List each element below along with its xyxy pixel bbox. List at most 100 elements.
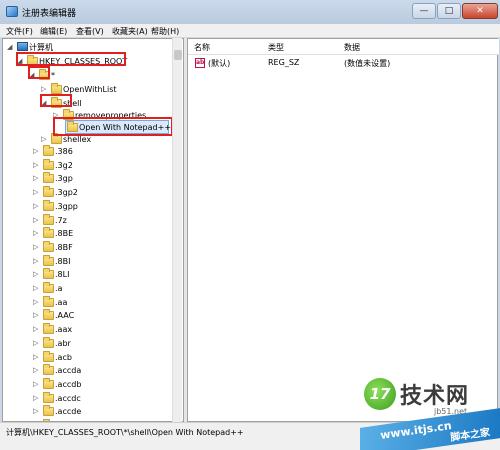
folder-icon	[27, 55, 38, 66]
folder-icon	[43, 254, 54, 266]
tree-node-extension[interactable]: ▷ .386	[33, 145, 133, 158]
string-value-icon: ab	[195, 58, 205, 68]
folder-icon	[43, 227, 54, 239]
tree-node-hkcr[interactable]: ◢ HKEY_CLASSES_ROOT	[17, 55, 137, 68]
tree-node-extension[interactable]: ▷ .accdc	[33, 391, 133, 405]
tree-node-extension[interactable]: ▷ .3g2	[33, 158, 133, 172]
folder-icon	[43, 377, 54, 389]
expand-arrow-icon[interactable]: ▷	[33, 202, 41, 210]
tree-node-computer[interactable]: ◢ 计算机	[7, 41, 127, 54]
tree-node-extension[interactable]: ▷ .AAC	[33, 309, 133, 322]
column-header: 名称 类型 数据	[188, 39, 499, 55]
tree-node-extension[interactable]: ▷ .aax	[33, 323, 133, 336]
expand-arrow-icon[interactable]: ▷	[41, 85, 49, 93]
tree-label: .accdb	[55, 379, 82, 389]
folder-icon	[67, 121, 78, 132]
expand-arrow-icon[interactable]: ▷	[33, 174, 41, 182]
expand-arrow-icon[interactable]: ▷	[33, 339, 41, 347]
folder-icon	[43, 199, 54, 211]
tree-node-extension[interactable]: ▷ .a	[33, 282, 133, 295]
tree-label: .acb	[55, 352, 72, 362]
tree-scrollbar[interactable]	[172, 38, 182, 422]
menu-favorites[interactable]: 收藏夹(A)	[112, 26, 148, 37]
folder-icon	[43, 364, 54, 376]
column-data[interactable]: 数据	[344, 42, 360, 53]
tree-label: .AAC	[55, 311, 75, 321]
scrollbar-thumb[interactable]	[174, 50, 182, 60]
expand-arrow-icon[interactable]: ▷	[33, 161, 41, 169]
folder-icon	[43, 350, 54, 362]
tree-label: OpenWithList	[63, 85, 117, 94]
expand-arrow-icon[interactable]: ▷	[33, 216, 41, 224]
close-button[interactable]: ✕	[462, 3, 498, 19]
tree-pane[interactable]: ◢ 计算机 ◢ HKEY_CLASSES_ROOT ◢ * ▷ OpenWith…	[2, 38, 184, 422]
tree-node-extension[interactable]: ▷ .accde	[33, 405, 133, 418]
column-type[interactable]: 类型	[268, 42, 284, 53]
folder-icon	[43, 295, 54, 307]
tree-node-extension[interactable]: ▷ .8BE	[33, 227, 133, 240]
expand-arrow-icon[interactable]: ▷	[33, 325, 41, 333]
title-bar: 注册表编辑器 — □ ✕	[0, 0, 500, 24]
maximize-button[interactable]: □	[437, 3, 461, 19]
tree-node-extension[interactable]: ▷ .abr	[33, 336, 133, 350]
tree-node-extension[interactable]: ▷ .8LI	[33, 268, 133, 281]
tree-label: .aa	[55, 297, 68, 307]
tree-label: *	[51, 71, 55, 80]
tree-node-extension[interactable]: ▷ .8BF	[33, 240, 133, 254]
expand-arrow-icon[interactable]: ▷	[53, 111, 61, 119]
value-data: (数值未设置)	[344, 59, 391, 68]
tree-node-openwithlist[interactable]: ▷ OpenWithList	[41, 83, 161, 96]
expand-arrow-icon[interactable]: ▷	[33, 394, 41, 402]
tree-label: .8BE	[55, 229, 74, 239]
expand-arrow-icon[interactable]: ◢	[17, 57, 25, 65]
tree-node-extension[interactable]: ▷ .8BI	[33, 254, 133, 268]
watermark-title: 技术网	[400, 384, 470, 409]
tree-node-extension[interactable]: ▷ .aa	[33, 295, 133, 309]
folder-icon	[43, 323, 54, 335]
tree-node-extension[interactable]: ▷ .7z	[33, 213, 133, 227]
expand-arrow-icon[interactable]: ▷	[41, 135, 49, 143]
expand-arrow-icon[interactable]: ▷	[33, 366, 41, 374]
expand-arrow-icon[interactable]: ▷	[33, 284, 41, 292]
expand-arrow-icon[interactable]: ▷	[33, 147, 41, 155]
expand-arrow-icon[interactable]: ▷	[33, 311, 41, 319]
minimize-button[interactable]: —	[412, 3, 436, 19]
status-path: 计算机\HKEY_CLASSES_ROOT\*\shell\Open With …	[6, 428, 244, 437]
value-row[interactable]: ab (默认) REG_SZ (数值未设置)	[188, 57, 499, 71]
tree-node-extension[interactable]: ▷ .3gp2	[33, 186, 133, 199]
tree-node-extension[interactable]: ▷ .accdb	[33, 377, 133, 391]
expand-arrow-icon[interactable]: ◢	[7, 43, 15, 51]
expand-arrow-icon[interactable]: ▷	[33, 380, 41, 388]
folder-icon	[51, 83, 62, 94]
tree-node-extension[interactable]: ▷ .3gpp	[33, 199, 133, 213]
expand-arrow-icon[interactable]: ▷	[33, 353, 41, 361]
tree-node-extension[interactable]: ▷ .acb	[33, 350, 133, 364]
expand-arrow-icon[interactable]: ▷	[33, 188, 41, 196]
tree-label: .a	[55, 284, 63, 293]
expand-arrow-icon[interactable]: ▷	[33, 229, 41, 237]
expand-arrow-icon[interactable]: ▷	[33, 243, 41, 251]
computer-icon	[17, 42, 28, 51]
tree-label: .3gp2	[55, 188, 78, 198]
tree-label: .7z	[55, 215, 67, 225]
folder-icon	[43, 336, 54, 348]
expand-arrow-icon[interactable]: ▷	[33, 270, 41, 278]
folder-icon	[43, 391, 54, 403]
menu-help[interactable]: 帮助(H)	[151, 26, 179, 37]
menu-view[interactable]: 查看(V)	[76, 26, 104, 37]
tree-label: .386	[55, 147, 73, 156]
menu-edit[interactable]: 编辑(E)	[40, 26, 67, 37]
menu-file[interactable]: 文件(F)	[6, 26, 33, 37]
tree-node-extension[interactable]: ▷ .accda	[33, 364, 133, 377]
expand-arrow-icon[interactable]: ◢	[41, 99, 49, 107]
tree-node-star[interactable]: ◢ *	[29, 69, 89, 82]
values-pane[interactable]: 名称 类型 数据 ab (默认) REG_SZ (数值未设置)	[187, 38, 499, 422]
expand-arrow-icon[interactable]: ▷	[33, 407, 41, 415]
column-name[interactable]: 名称	[194, 42, 210, 53]
folder-icon	[43, 158, 54, 170]
tree-node-extension[interactable]: ▷ .3gp	[33, 172, 133, 185]
expand-arrow-icon[interactable]: ◢	[29, 71, 37, 79]
expand-arrow-icon[interactable]: ▷	[33, 257, 41, 265]
expand-arrow-icon[interactable]: ▷	[33, 298, 41, 306]
tree-label: .8BI	[55, 256, 71, 266]
